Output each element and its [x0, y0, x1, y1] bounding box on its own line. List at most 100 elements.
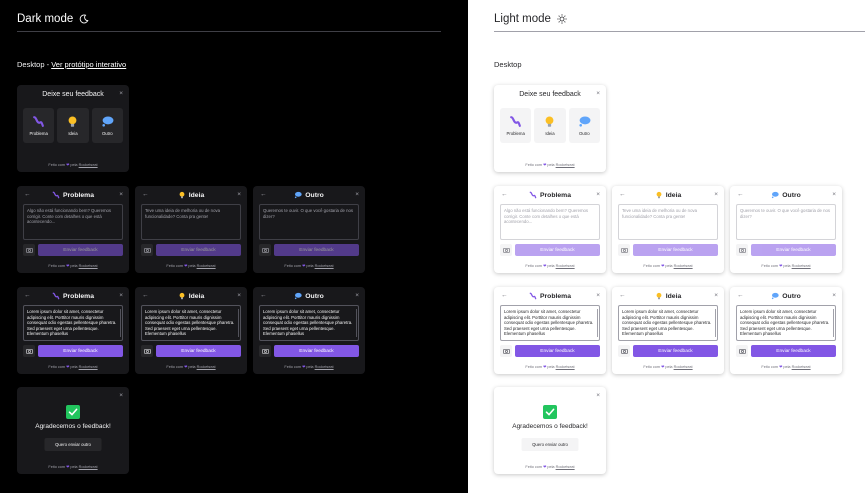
rocketseat-link[interactable]: Rocketseat [197, 365, 216, 369]
option-outro[interactable]: Outro [91, 108, 123, 143]
rocketseat-link[interactable]: Rocketseat [674, 264, 693, 268]
screenshot-button[interactable] [23, 345, 35, 357]
close-icon[interactable]: × [596, 292, 600, 299]
screenshot-button[interactable] [500, 345, 512, 357]
feedback-textarea[interactable]: Algo não está funcionando bem? Queremos … [500, 204, 600, 240]
feedback-textarea[interactable]: Algo não está funcionando bem? Queremos … [23, 204, 123, 240]
problem-icon [529, 191, 537, 199]
screenshot-button[interactable] [141, 345, 153, 357]
screenshot-button[interactable] [736, 345, 748, 357]
feedback-textarea[interactable]: Lorem ipsum dolor sit amet, consectetur … [618, 305, 718, 341]
feedback-widget-success: × Agradecemos o feedback! Quero enviar o… [494, 387, 606, 474]
send-another-button[interactable]: Quero enviar outro [521, 438, 579, 451]
send-another-button[interactable]: Quero enviar outro [44, 438, 102, 451]
option-problema[interactable]: Problema [500, 108, 532, 143]
screenshot-button[interactable] [618, 345, 630, 357]
camera-icon [261, 247, 269, 253]
option-label: Ideia [68, 131, 78, 136]
feedback-textarea[interactable]: Lorem ipsum dolor sit amet, consectetur … [259, 305, 359, 341]
rocketseat-link[interactable]: Rocketseat [315, 365, 334, 369]
rocketseat-link[interactable]: Rocketseat [315, 264, 334, 268]
option-label: Problema [29, 131, 48, 136]
feedback-textarea[interactable]: Lorem ipsum dolor sit amet, consectetur … [736, 305, 836, 341]
close-icon[interactable]: × [119, 292, 123, 299]
submit-button[interactable]: Enviar feedback [633, 345, 718, 357]
rocketseat-link[interactable]: Rocketseat [197, 264, 216, 268]
submit-button[interactable]: Enviar feedback [156, 244, 241, 256]
option-problema[interactable]: Problema [23, 108, 55, 143]
close-icon[interactable]: × [714, 292, 718, 299]
close-icon[interactable]: × [714, 191, 718, 198]
feedback-textarea[interactable]: Lorem ipsum dolor sit amet, consectetur … [23, 305, 123, 341]
feedback-textarea[interactable]: Teve uma ideia de melhoria ou de nova fu… [618, 204, 718, 240]
rocketseat-link[interactable]: Rocketseat [674, 365, 693, 369]
rocketseat-link[interactable]: Rocketseat [792, 365, 811, 369]
widget-header: Deixe seu feedback [519, 91, 581, 98]
screenshot-button[interactable] [500, 244, 512, 256]
widget-title: Problema [540, 292, 571, 300]
close-icon[interactable]: × [832, 191, 836, 198]
feedback-textarea[interactable]: Lorem ipsum dolor sit amet, consectetur … [500, 305, 600, 341]
submit-button[interactable]: Enviar feedback [515, 345, 600, 357]
submit-button[interactable]: Enviar feedback [633, 244, 718, 256]
submit-button[interactable]: Enviar feedback [274, 244, 359, 256]
problem-icon [33, 116, 45, 127]
rocketseat-link[interactable]: Rocketseat [79, 365, 98, 369]
rocketseat-link[interactable]: Rocketseat [556, 365, 575, 369]
screenshot-button[interactable] [736, 244, 748, 256]
close-icon[interactable]: × [237, 191, 241, 198]
light-mode-title: Light mode [494, 13, 567, 25]
thought-bubble-icon [579, 116, 591, 127]
thought-bubble-icon [772, 292, 779, 300]
close-icon[interactable]: × [119, 191, 123, 198]
submit-button[interactable]: Enviar feedback [38, 345, 123, 357]
divider [17, 31, 441, 32]
close-icon[interactable]: × [596, 191, 600, 198]
feedback-textarea[interactable]: Queremos te ouvir. O que você gostaria d… [736, 204, 836, 240]
close-icon[interactable]: × [237, 292, 241, 299]
screenshot-button[interactable] [141, 244, 153, 256]
heart-icon: ❤ [184, 264, 188, 268]
close-icon[interactable]: × [355, 191, 359, 198]
rocketseat-link[interactable]: Rocketseat [556, 465, 575, 469]
submit-button[interactable]: Enviar feedback [515, 244, 600, 256]
screenshot-button[interactable] [259, 244, 271, 256]
close-icon[interactable]: × [355, 292, 359, 299]
option-outro[interactable]: Outro [568, 108, 600, 143]
submit-button[interactable]: Enviar feedback [38, 244, 123, 256]
rocketseat-link[interactable]: Rocketseat [79, 163, 98, 167]
option-ideia[interactable]: Ideia [57, 108, 89, 143]
screenshot-button[interactable] [259, 345, 271, 357]
feedback-widget-ideia-filled: ← Ideia × Lorem ipsum dolor sit amet, co… [135, 287, 247, 374]
camera-icon [143, 348, 151, 354]
close-icon[interactable]: × [119, 90, 123, 97]
screenshot-button[interactable] [23, 244, 35, 256]
feedback-widget-problema-empty: ← Problema × Algo não está funcionando b… [494, 186, 606, 273]
close-icon[interactable]: × [119, 392, 123, 399]
rocketseat-link[interactable]: Rocketseat [792, 264, 811, 268]
rocketseat-link[interactable]: Rocketseat [556, 163, 575, 167]
submit-button[interactable]: Enviar feedback [156, 345, 241, 357]
check-icon [66, 405, 80, 419]
bulb-icon [656, 292, 662, 300]
option-label: Ideia [545, 131, 555, 136]
close-icon[interactable]: × [832, 292, 836, 299]
screenshot-button[interactable] [618, 244, 630, 256]
submit-button[interactable]: Enviar feedback [751, 244, 836, 256]
feedback-widget-ideia-filled: ← Ideia × Lorem ipsum dolor sit amet, co… [612, 287, 724, 374]
close-icon[interactable]: × [596, 90, 600, 97]
feedback-widget-initial: Deixe seu feedback × Problema Ideia Outr… [494, 85, 606, 172]
rocketseat-link[interactable]: Rocketseat [556, 264, 575, 268]
submit-button[interactable]: Enviar feedback [751, 345, 836, 357]
rocketseat-link[interactable]: Rocketseat [79, 264, 98, 268]
feedback-textarea[interactable]: Lorem ipsum dolor sit amet, consectetur … [141, 305, 241, 341]
prototype-link[interactable]: Ver protótipo interativo [51, 60, 126, 69]
feedback-textarea[interactable]: Queremos te ouvir. O que você gostaria d… [259, 204, 359, 240]
heart-icon: ❤ [543, 465, 547, 469]
close-icon[interactable]: × [596, 392, 600, 399]
heart-icon: ❤ [543, 264, 547, 268]
rocketseat-link[interactable]: Rocketseat [79, 465, 98, 469]
option-ideia[interactable]: Ideia [534, 108, 566, 143]
submit-button[interactable]: Enviar feedback [274, 345, 359, 357]
feedback-textarea[interactable]: Teve uma ideia de melhoria ou de nova fu… [141, 204, 241, 240]
